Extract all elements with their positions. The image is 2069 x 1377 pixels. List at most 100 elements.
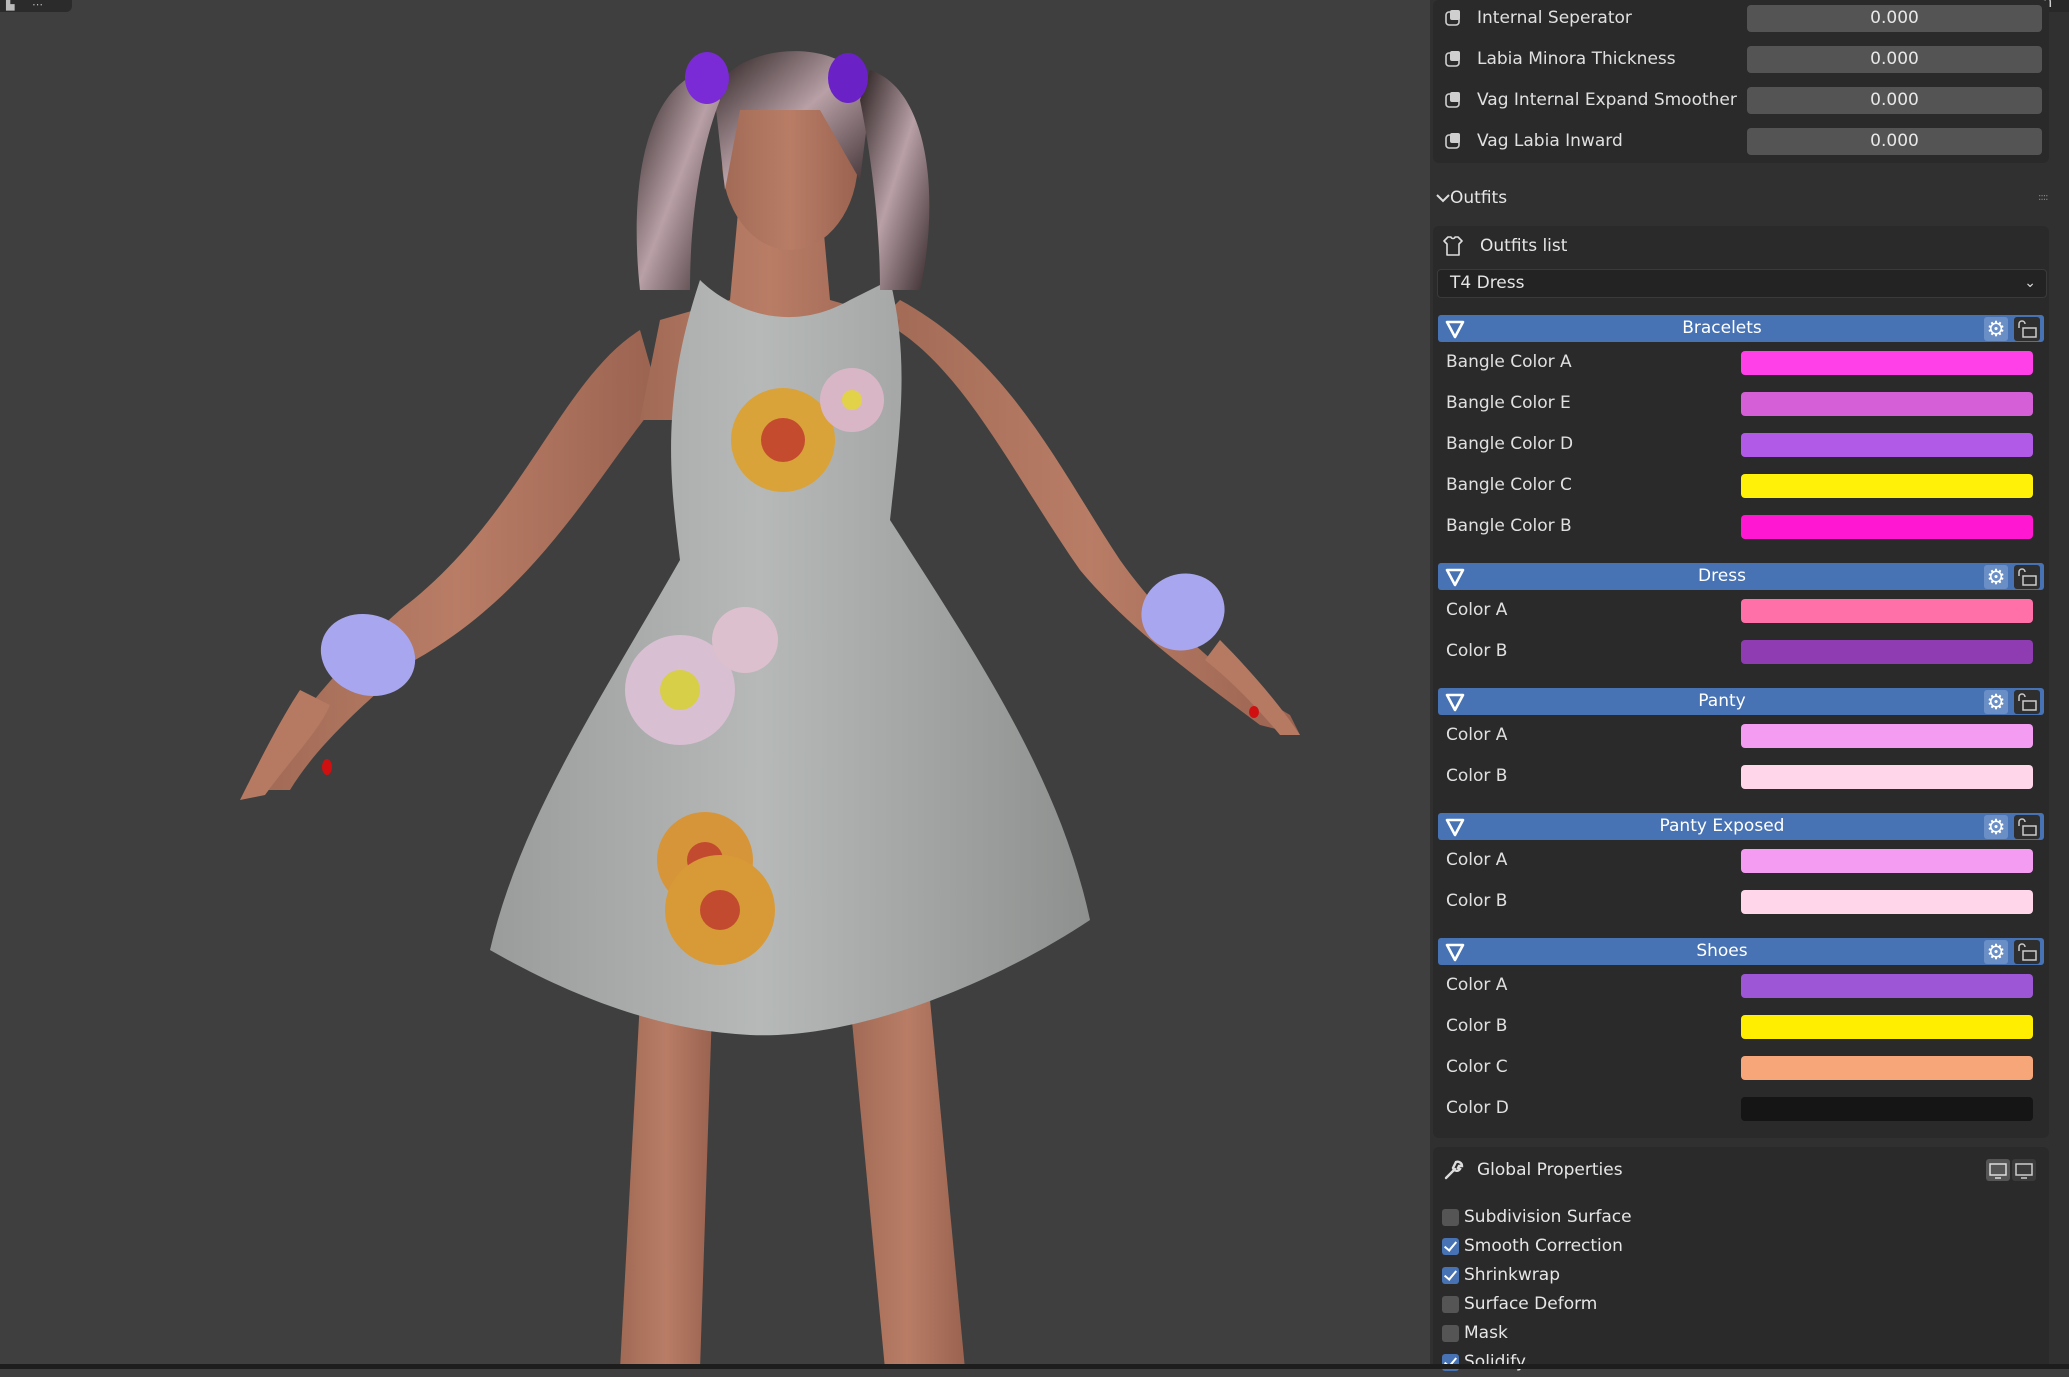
color-swatch[interactable]: [1741, 765, 2033, 789]
color-swatch[interactable]: [1741, 849, 2033, 873]
shape-key-row: Vag Labia Inward 0.000: [1433, 121, 2049, 162]
color-row: Color B: [1438, 756, 2044, 797]
drag-handle-icon[interactable]: ::::: [2038, 192, 2049, 203]
group-header[interactable]: Panty ⚙: [1438, 688, 2044, 715]
checkbox-label: Subdivision Surface: [1464, 1207, 1632, 1227]
unlock-icon[interactable]: [2014, 690, 2040, 714]
3d-viewport[interactable]: ▙ ⋯: [0, 0, 1430, 1369]
checkbox-label: Smooth Correction: [1464, 1236, 1623, 1256]
shape-key-label: Vag Internal Expand Smoother: [1477, 90, 1737, 110]
checkbox[interactable]: [1442, 1325, 1459, 1342]
unlock-icon[interactable]: [2014, 815, 2040, 839]
color-label: Bangle Color B: [1446, 516, 1572, 536]
color-label: Color B: [1446, 766, 1508, 786]
color-row: Color A: [1438, 715, 2044, 756]
group-title: Dress: [1698, 566, 1746, 586]
group-header[interactable]: Bracelets ⚙: [1438, 315, 2044, 342]
character-model-render: [240, 51, 1300, 1369]
checkbox-label: Surface Deform: [1464, 1294, 1598, 1314]
group-header[interactable]: Dress ⚙: [1438, 563, 2044, 590]
shape-key-label: Internal Seperator: [1477, 8, 1632, 28]
group-body: Color A Color B: [1438, 715, 2044, 799]
outfits-list-label: Outfits list: [1480, 236, 1568, 256]
color-label: Bangle Color D: [1446, 434, 1574, 454]
monitor-icon[interactable]: [1986, 1159, 2010, 1181]
color-label: Bangle Color C: [1446, 475, 1572, 495]
viewport-header[interactable]: ▙ ⋯: [0, 0, 72, 12]
outfits-panel-header[interactable]: Outfits ::::: [1430, 180, 2069, 216]
modifier-toggle-solidify[interactable]: Solidify: [1436, 1348, 1980, 1377]
modifier-toggle-shrinkwrap[interactable]: Shrinkwrap: [1436, 1261, 1980, 1290]
color-label: Color B: [1446, 1016, 1508, 1036]
color-row: Color B: [1438, 1006, 2044, 1047]
shape-keys-box: Internal Seperator 0.000 Labia Minora Th…: [1433, 0, 2049, 163]
unlock-icon[interactable]: [2014, 565, 2040, 589]
color-swatch[interactable]: [1741, 1056, 2033, 1080]
color-swatch[interactable]: [1741, 890, 2033, 914]
global-properties-box: Global Properties Subdivision Surface Sm…: [1433, 1147, 2049, 1372]
color-row: Color C: [1438, 1047, 2044, 1088]
group-body: Color A Color B Color C Color D: [1438, 965, 2044, 1131]
color-swatch[interactable]: [1741, 351, 2033, 375]
gear-icon[interactable]: ⚙: [1984, 940, 2008, 964]
color-row: Bangle Color D: [1438, 424, 2044, 465]
modifier-toggle-smooth-correction[interactable]: Smooth Correction: [1436, 1232, 1980, 1261]
modifier-toggle-subdivision-surface[interactable]: Subdivision Surface: [1436, 1203, 1980, 1232]
outfit-dropdown-value: T4 Dress: [1450, 273, 1525, 293]
status-bar-edge: [0, 1364, 2069, 1369]
outfits-section-title: Outfits: [1450, 188, 1508, 208]
color-row: Color A: [1438, 840, 2044, 881]
gear-icon[interactable]: ⚙: [1984, 317, 2008, 341]
gear-icon[interactable]: ⚙: [1984, 565, 2008, 589]
wrench-icon: [1444, 1160, 1464, 1180]
outfit-dropdown[interactable]: T4 Dress ⌄: [1437, 269, 2047, 298]
group-header[interactable]: Shoes ⚙: [1438, 938, 2044, 965]
render-display-icon[interactable]: [2012, 1159, 2036, 1181]
color-swatch[interactable]: [1741, 1015, 2033, 1039]
shape-key-value-field[interactable]: 0.000: [1747, 5, 2042, 32]
color-row: Bangle Color B: [1438, 506, 2044, 547]
shape-key-value-field[interactable]: 0.000: [1747, 46, 2042, 73]
checkbox-label: Shrinkwrap: [1464, 1265, 1560, 1285]
shape-key-row: Vag Internal Expand Smoother 0.000: [1433, 80, 2049, 121]
checkbox[interactable]: [1442, 1209, 1459, 1226]
color-label: Color B: [1446, 891, 1508, 911]
color-swatch[interactable]: [1741, 599, 2033, 623]
color-swatch[interactable]: [1741, 433, 2033, 457]
modifier-toggle-surface-deform[interactable]: Surface Deform: [1436, 1290, 1980, 1319]
checkbox[interactable]: [1442, 1238, 1459, 1255]
color-row: Color A: [1438, 590, 2044, 631]
view-menu-icon[interactable]: ⋯: [32, 0, 50, 10]
shape-key-label: Labia Minora Thickness: [1477, 49, 1676, 69]
editor-type-icon[interactable]: ▙: [6, 0, 24, 10]
color-swatch[interactable]: [1741, 1097, 2033, 1121]
color-label: Color C: [1446, 1057, 1508, 1077]
checkbox[interactable]: [1442, 1267, 1459, 1284]
group-body: Color A Color B: [1438, 590, 2044, 674]
unlock-icon[interactable]: [2014, 317, 2040, 341]
global-properties-title: Global Properties: [1477, 1160, 1623, 1180]
color-swatch[interactable]: [1741, 392, 2033, 416]
group-body: Color A Color B: [1438, 840, 2044, 924]
gear-icon[interactable]: ⚙: [1984, 815, 2008, 839]
group-body: Bangle Color A Bangle Color E Bangle Col…: [1438, 342, 2044, 549]
shape-key-icon: [1445, 133, 1460, 149]
unlock-icon[interactable]: [2014, 940, 2040, 964]
shape-key-value-field[interactable]: 0.000: [1747, 87, 2042, 114]
color-swatch[interactable]: [1741, 474, 2033, 498]
shape-key-value-field[interactable]: 0.000: [1747, 128, 2042, 155]
group-header[interactable]: Panty Exposed ⚙: [1438, 813, 2044, 840]
color-label: Color A: [1446, 975, 1508, 995]
color-swatch[interactable]: [1741, 974, 2033, 998]
color-row: Bangle Color E: [1438, 383, 2044, 424]
modifier-toggle-mask[interactable]: Mask: [1436, 1319, 1980, 1348]
checkbox-label: Solidify: [1464, 1352, 1526, 1372]
color-swatch[interactable]: [1741, 640, 2033, 664]
color-label: Color D: [1446, 1098, 1509, 1118]
color-swatch[interactable]: [1741, 515, 2033, 539]
gear-icon[interactable]: ⚙: [1984, 690, 2008, 714]
color-swatch[interactable]: [1741, 724, 2033, 748]
shape-key-row: Labia Minora Thickness 0.000: [1433, 39, 2049, 80]
shape-key-row: Internal Seperator 0.000: [1433, 0, 2049, 39]
checkbox[interactable]: [1442, 1296, 1459, 1313]
